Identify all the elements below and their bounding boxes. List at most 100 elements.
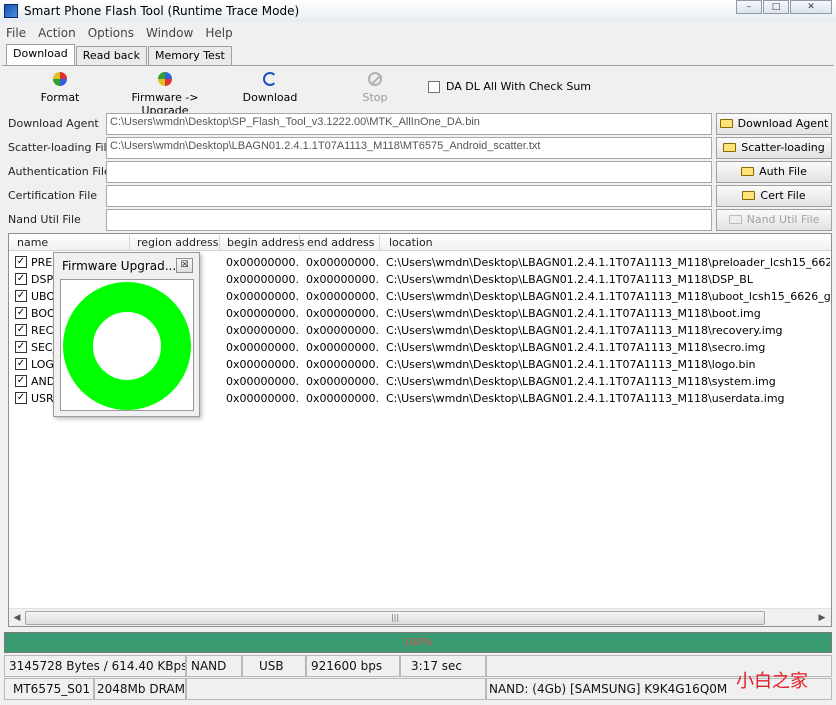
row-checkbox[interactable]: ✓ <box>15 324 27 336</box>
progress-ring-icon <box>63 282 191 410</box>
header-location[interactable]: location <box>389 236 433 249</box>
window-controls: – □ ✕ <box>735 0 832 14</box>
row-location: C:\Users\wmdn\Desktop\LBAGN01.2.4.1.1T07… <box>386 375 776 388</box>
row-location: C:\Users\wmdn\Desktop\LBAGN01.2.4.1.1T07… <box>386 307 761 320</box>
row-checkbox[interactable]: ✓ <box>15 375 27 387</box>
tab-download[interactable]: Download <box>6 44 75 66</box>
header-divider[interactable] <box>379 235 380 250</box>
row-end-address: 0x00000000... <box>306 290 380 303</box>
minimize-button[interactable]: – <box>736 0 762 14</box>
download-agent-row: Download Agent C:\Users\wmdn\Desktop\SP_… <box>6 113 832 135</box>
row-location: C:\Users\wmdn\Desktop\LBAGN01.2.4.1.1T07… <box>386 358 756 371</box>
format-icon <box>53 72 67 86</box>
header-end-address[interactable]: end address <box>307 236 374 249</box>
header-divider[interactable] <box>299 235 300 250</box>
scatter-loading-row: Scatter-loading File C:\Users\wmdn\Deskt… <box>6 137 832 159</box>
row-begin-address: 0x00000000... <box>226 273 300 286</box>
folder-icon <box>741 167 755 176</box>
cert-file-button[interactable]: Cert File <box>716 185 832 207</box>
authentication-field[interactable] <box>106 161 712 183</box>
row-begin-address: 0x00000000... <box>226 375 300 388</box>
stop-icon <box>368 72 382 86</box>
download-agent-field[interactable]: C:\Users\wmdn\Desktop\SP_Flash_Tool_v3.1… <box>106 113 712 135</box>
firmware-upgrade-dialog: Firmware Upgrad... ☒ <box>53 252 200 417</box>
firmware-upgrade-icon <box>158 72 172 86</box>
format-button[interactable]: Format <box>38 70 82 104</box>
row-checkbox[interactable]: ✓ <box>15 358 27 370</box>
auth-file-button-label: Auth File <box>759 165 807 178</box>
menu-help[interactable]: Help <box>199 26 238 40</box>
scatter-loading-field[interactable]: C:\Users\wmdn\Desktop\LBAGN01.2.4.1.1T07… <box>106 137 712 159</box>
row-checkbox[interactable]: ✓ <box>15 392 27 404</box>
status-chip: MT6575_S01 <box>4 678 94 700</box>
dialog-close-button[interactable]: ☒ <box>176 258 193 273</box>
progress-canvas <box>60 279 194 411</box>
row-begin-address: 0x00000000... <box>226 290 300 303</box>
watermark: 小白之家 <box>736 671 808 692</box>
format-label: Format <box>40 91 80 104</box>
horizontal-scrollbar[interactable]: ◀ ||| ▶ <box>9 608 831 626</box>
certification-field[interactable] <box>106 185 712 207</box>
row-location: C:\Users\wmdn\Desktop\LBAGN01.2.4.1.1T07… <box>386 324 783 337</box>
scatter-loading-button[interactable]: Scatter-loading <box>716 137 832 159</box>
tab-read-back[interactable]: Read back <box>75 46 147 66</box>
stop-label: Stop <box>362 91 388 104</box>
title-bar: Smart Phone Flash Tool (Runtime Trace Mo… <box>0 0 836 22</box>
header-begin-address[interactable]: begin address <box>227 236 304 249</box>
firmware-upgrade-button[interactable]: Firmware -> Upgrade <box>112 70 218 117</box>
header-name[interactable]: name <box>17 236 48 249</box>
row-checkbox[interactable]: ✓ <box>15 290 27 302</box>
status-time: 3:17 sec <box>400 655 486 677</box>
download-button[interactable]: Download <box>242 70 298 104</box>
status-ram: 2048Mb DRAM <box>94 678 186 700</box>
tab-panel-border <box>2 65 834 66</box>
window-title: Smart Phone Flash Tool (Runtime Trace Mo… <box>24 4 300 18</box>
row-location: C:\Users\wmdn\Desktop\LBAGN01.2.4.1.1T07… <box>386 341 766 354</box>
menu-options[interactable]: Options <box>82 26 140 40</box>
row-checkbox[interactable]: ✓ <box>15 341 27 353</box>
authentication-row: Authentication File Auth File <box>6 161 832 183</box>
menu-file[interactable]: File <box>0 26 32 40</box>
row-end-address: 0x00000000... <box>306 324 380 337</box>
header-divider[interactable] <box>219 235 220 250</box>
checksum-checkbox[interactable] <box>428 80 440 93</box>
nand-util-row: Nand Util File Nand Util File <box>6 209 832 231</box>
row-location: C:\Users\wmdn\Desktop\LBAGN01.2.4.1.1T07… <box>386 290 830 303</box>
certification-row: Certification File Cert File <box>6 185 832 207</box>
close-button[interactable]: ✕ <box>790 0 832 14</box>
auth-file-button[interactable]: Auth File <box>716 161 832 183</box>
status-baud: 921600 bps <box>306 655 400 677</box>
header-divider[interactable] <box>129 235 130 250</box>
maximize-button[interactable]: □ <box>763 0 789 14</box>
row-begin-address: 0x00000000... <box>226 358 300 371</box>
stop-button[interactable]: Stop <box>358 70 392 104</box>
row-end-address: 0x00000000... <box>306 341 380 354</box>
status-empty <box>186 678 486 700</box>
nand-util-button-label: Nand Util File <box>746 213 820 226</box>
checksum-label: DA DL All With Check Sum <box>446 80 592 93</box>
row-location: C:\Users\wmdn\Desktop\LBAGN01.2.4.1.1T07… <box>386 256 830 269</box>
row-checkbox[interactable]: ✓ <box>15 273 27 285</box>
table-header: name region address begin address end ad… <box>9 234 831 251</box>
status-bar-top: 3145728 Bytes / 614.40 KBps NAND USB 921… <box>0 655 836 677</box>
header-region-address[interactable]: region address <box>137 236 219 249</box>
checksum-option[interactable]: DA DL All With Check Sum <box>428 80 591 93</box>
row-checkbox[interactable]: ✓ <box>15 307 27 319</box>
download-agent-button[interactable]: Download Agent <box>716 113 832 135</box>
nand-util-label: Nand Util File <box>8 213 81 226</box>
tab-memory-test[interactable]: Memory Test <box>147 46 232 66</box>
tab-strip: Download Read back Memory Test <box>6 44 233 66</box>
scroll-left-icon[interactable]: ◀ <box>10 611 24 625</box>
scrollbar-thumb[interactable]: ||| <box>25 611 765 625</box>
authentication-label: Authentication File <box>8 165 111 178</box>
nand-util-field[interactable] <box>106 209 712 231</box>
row-end-address: 0x00000000... <box>306 375 380 388</box>
nand-util-button[interactable]: Nand Util File <box>716 209 832 231</box>
menu-action[interactable]: Action <box>32 26 82 40</box>
scroll-right-icon[interactable]: ▶ <box>815 611 829 625</box>
folder-icon <box>728 215 742 224</box>
row-checkbox[interactable]: ✓ <box>15 256 27 268</box>
status-storage: NAND <box>186 655 242 677</box>
menu-window[interactable]: Window <box>140 26 199 40</box>
scatter-loading-button-label: Scatter-loading <box>741 141 825 154</box>
